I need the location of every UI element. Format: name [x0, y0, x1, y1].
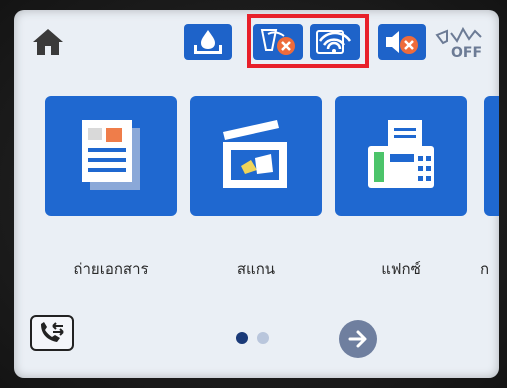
partial-tile-label: ก: [480, 260, 490, 278]
partial-tile[interactable]: [484, 96, 499, 216]
ink-status-button[interactable]: [184, 24, 232, 60]
fax-status-button[interactable]: OFF: [432, 24, 490, 60]
fax-sound-status-button[interactable]: [378, 24, 426, 60]
page-dot-inactive: [257, 332, 269, 344]
scan-icon: [223, 120, 287, 188]
fax-tile[interactable]: [335, 96, 467, 216]
fax-send-button[interactable]: [30, 315, 74, 351]
fax-off-icon: OFF: [435, 26, 482, 59]
fax-send-icon: [41, 322, 64, 342]
fax-sound-disabled-icon: [386, 31, 418, 54]
highlight-box: [247, 14, 369, 68]
ink-level-icon: [194, 30, 222, 54]
scan-tile[interactable]: [190, 96, 322, 216]
fax-icon: [368, 120, 434, 188]
arrow-right-icon: [348, 330, 367, 348]
copy-icon: [82, 120, 140, 190]
next-page-button[interactable]: [339, 320, 377, 358]
copy-label: ถ่ายเอกสาร: [73, 260, 149, 278]
scan-label: สแกน: [236, 260, 276, 278]
home-button[interactable]: [28, 24, 68, 60]
printer-lcd-screen: OFF ถ่ายเอกสาร สแกน แฟกซ์ ก: [14, 10, 499, 378]
copy-tile[interactable]: [45, 96, 177, 216]
fax-off-label: OFF: [451, 45, 482, 59]
fax-label: แฟกซ์: [381, 260, 421, 278]
home-icon: [33, 29, 63, 55]
page-dot-active: [236, 332, 248, 344]
